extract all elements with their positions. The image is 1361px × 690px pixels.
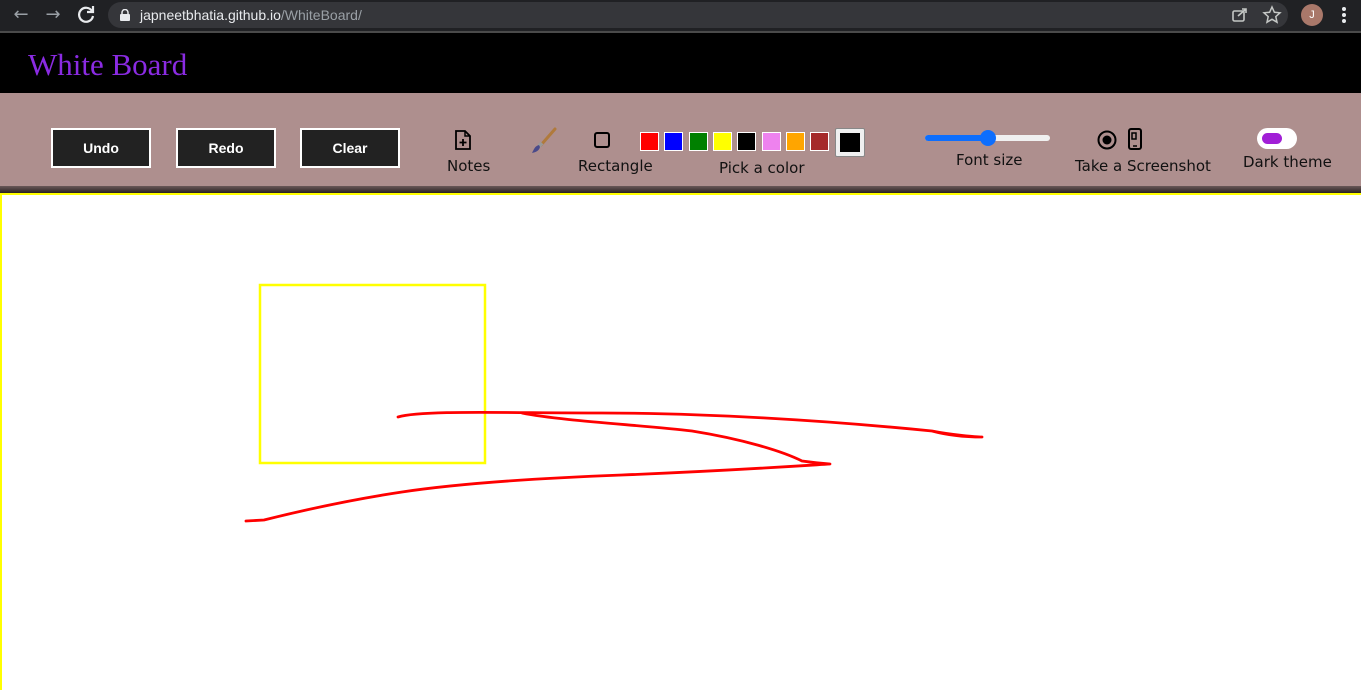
drawing-canvas[interactable] [0, 193, 1361, 690]
color-swatch[interactable] [810, 132, 830, 151]
dark-theme-toggle[interactable] [1257, 128, 1297, 149]
paintbrush-icon[interactable] [529, 127, 557, 155]
file-plus-icon[interactable] [454, 130, 472, 150]
url-path: /WhiteBoard/ [280, 7, 362, 23]
star-icon[interactable] [1262, 5, 1282, 25]
drawing-layer [244, 283, 984, 523]
profile-avatar[interactable]: J [1301, 4, 1323, 26]
color-swatch[interactable] [761, 132, 781, 151]
url-host: japneetbhatia.github.io [140, 7, 281, 23]
tools-toolbar: Undo Redo Clear Notes Rectangle Pick a c… [0, 93, 1361, 193]
color-swatch[interactable] [737, 132, 757, 151]
browser-toolbar: ← → japneetbhatia.github.io/WhiteBoard/ … [0, 0, 1361, 31]
phone-icon[interactable] [1127, 128, 1143, 150]
font-size-label: Font size [956, 151, 1023, 169]
font-size-slider[interactable] [925, 130, 1050, 146]
url-text: japneetbhatia.github.io/WhiteBoard/ [140, 6, 362, 24]
reload-icon[interactable] [74, 3, 98, 27]
color-swatch[interactable] [785, 132, 805, 151]
color-swatch[interactable] [712, 132, 732, 151]
address-bar[interactable]: japneetbhatia.github.io/WhiteBoard/ [108, 2, 1288, 28]
freehand-stroke-bottom [244, 411, 832, 523]
current-color-fill [840, 133, 860, 152]
app-header: White Board [0, 31, 1361, 93]
app-title: White Board [28, 47, 188, 82]
font-size-slider-fill [925, 135, 988, 141]
forward-arrow-icon[interactable]: → [41, 3, 65, 27]
color-swatch[interactable] [640, 132, 659, 151]
notes-label[interactable]: Notes [447, 157, 490, 175]
lock-icon [120, 9, 130, 21]
current-color-picker[interactable] [835, 128, 865, 157]
redo-button[interactable]: Redo [176, 128, 276, 168]
record-icon[interactable] [1097, 130, 1117, 150]
color-swatch[interactable] [664, 132, 684, 151]
share-icon[interactable] [1230, 5, 1250, 25]
kebab-menu-icon[interactable] [1334, 3, 1354, 27]
undo-button[interactable]: Undo [51, 128, 151, 168]
pick-color-label: Pick a color [719, 159, 805, 177]
back-arrow-icon[interactable]: ← [9, 3, 33, 27]
drawn-rectangle [258, 283, 487, 465]
clear-button[interactable]: Clear [300, 128, 400, 168]
font-size-slider-thumb[interactable] [979, 130, 996, 146]
color-swatch[interactable] [688, 132, 708, 151]
square-icon[interactable] [593, 131, 611, 149]
rectangle-label[interactable]: Rectangle [578, 157, 653, 175]
dark-theme-toggle-knob [1262, 133, 1282, 144]
dark-theme-label: Dark theme [1243, 153, 1332, 171]
screenshot-label[interactable]: Take a Screenshot [1075, 157, 1211, 175]
